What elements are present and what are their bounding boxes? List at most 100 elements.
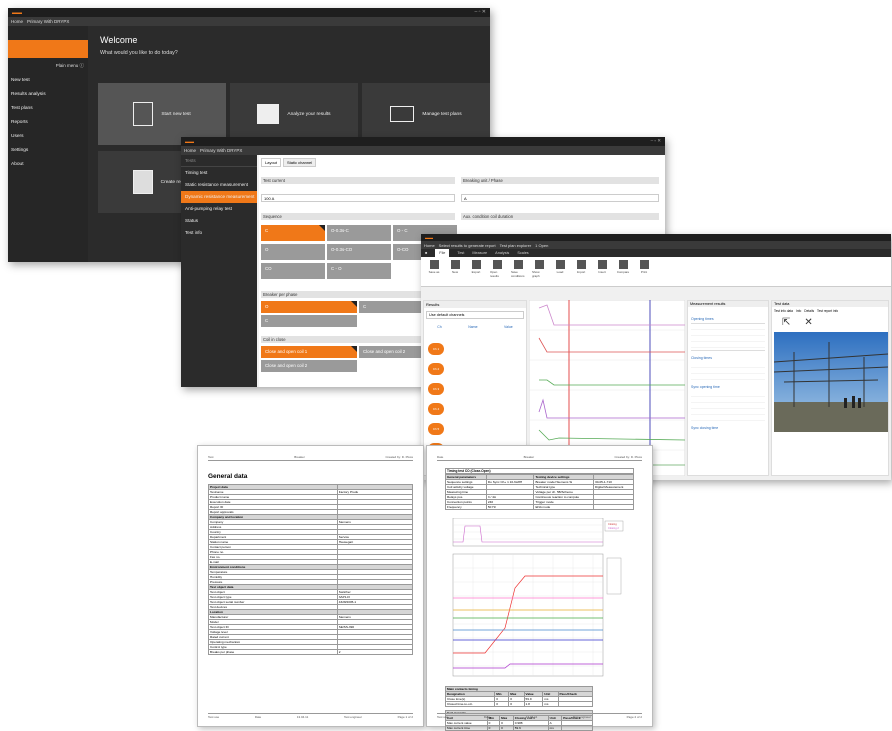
tab-test-info[interactable]: Test info data <box>774 309 793 313</box>
tab-report-info[interactable]: Test report info <box>817 309 838 313</box>
phase-cell[interactable]: C <box>261 315 357 327</box>
test-current-label: Test current <box>261 177 455 184</box>
channel-toggle[interactable]: Ch 5 <box>428 423 444 435</box>
group-closing[interactable]: Closing times <box>688 353 768 360</box>
close-icon[interactable]: ✕ <box>804 317 812 328</box>
tab-primary[interactable]: Primary With DRYPX <box>27 19 69 24</box>
export-button[interactable]: Export <box>469 260 483 283</box>
tab-test-plan-explorer[interactable]: Test plan explorer <box>500 243 532 248</box>
timing-summary: Timing test CO (Close-Open) General para… <box>445 468 635 510</box>
sidebar-item-static-resistance[interactable]: Static resistance measurement <box>181 179 257 191</box>
test-current-field[interactable]: 100 A <box>261 194 455 202</box>
sync-opening-values <box>691 391 765 421</box>
channel-toggle[interactable]: Ch 1 <box>428 343 444 355</box>
subtab-layout[interactable]: Layout <box>261 158 282 167</box>
sequence-cell[interactable]: C - O <box>327 263 391 279</box>
ribbon-tab-file[interactable]: File <box>435 249 450 257</box>
header-text: Breaker <box>523 455 535 459</box>
start-new-test-tile[interactable]: Start new test <box>98 83 226 145</box>
insert-button[interactable]: Insert <box>595 260 609 283</box>
print-button[interactable]: Print <box>637 260 651 283</box>
window-controls-icon[interactable]: – ▫ ✕ <box>651 138 661 144</box>
new-icon <box>450 260 460 269</box>
header-text: Test <box>208 455 214 459</box>
substation-photo <box>773 332 889 432</box>
home-icon[interactable]: ■ <box>425 251 427 255</box>
folder-icon <box>513 260 523 269</box>
import-button[interactable]: Import <box>574 260 588 283</box>
tab-home[interactable]: Home <box>184 148 196 153</box>
sidebar-item-test-plans[interactable]: Test plans <box>8 102 88 116</box>
sidebar-header: Tests <box>181 155 257 167</box>
ribbon-tab-analysis[interactable]: Analysis <box>495 251 509 255</box>
save-as-button[interactable]: Save as <box>427 260 441 283</box>
button-label: Save as <box>428 270 440 274</box>
tab-info[interactable]: Info <box>796 309 801 313</box>
compare-icon <box>618 260 628 269</box>
sidebar-item-anti-pumping[interactable]: Anti-pumping relay test <box>181 203 257 215</box>
sequence-cell[interactable]: O-0.3s-CO <box>327 244 391 260</box>
subtab-static[interactable]: Static channel <box>283 158 317 167</box>
tab-details[interactable]: Details <box>804 309 814 313</box>
export-icon <box>471 260 481 269</box>
sidebar-item-test-info[interactable]: Test info <box>181 227 257 239</box>
sequence-cell[interactable]: O-0.3s-C <box>327 225 391 241</box>
sequence-cell[interactable]: C <box>261 225 325 241</box>
new-button[interactable]: New <box>448 260 462 283</box>
phase-cell[interactable]: O <box>261 301 357 313</box>
breaking-field[interactable]: A <box>461 194 659 202</box>
plain-menu-toggle[interactable]: Plain menu ⓘ <box>8 58 88 74</box>
window-controls-icon[interactable]: – ▫ ✕ <box>474 9 486 15</box>
ribbon-tab-test[interactable]: Test <box>457 251 464 255</box>
tab-home[interactable]: Home <box>424 243 435 248</box>
results-filter[interactable]: Use default channels <box>426 311 524 319</box>
sidebar-item-new-test[interactable]: New test <box>8 74 88 88</box>
show-graph-button[interactable]: Show graph <box>532 260 546 283</box>
sidebar-item-reports[interactable]: Reports <box>8 116 88 130</box>
coil-cell[interactable]: Close and open coil 1 <box>261 346 357 358</box>
analyze-results-tile[interactable]: Analyze your results <box>230 83 358 145</box>
sidebar-item-settings[interactable]: Settings <box>8 144 88 158</box>
ribbon-tab-scales[interactable]: Scales <box>517 251 528 255</box>
report-icon <box>132 170 153 194</box>
open-results-button[interactable]: Open results <box>490 260 504 283</box>
group-sync-closing[interactable]: Sync closing time <box>688 423 768 430</box>
sidebar: Plain menu ⓘ New test Results analysis T… <box>8 26 88 262</box>
table-row: Max current time 0 0 59.6 ms <box>445 725 593 731</box>
sidebar-item-results[interactable]: Results analysis <box>8 88 88 102</box>
sidebar-item-status[interactable]: Status <box>181 215 257 227</box>
tab-home[interactable]: Home <box>11 19 23 24</box>
channel-toggle[interactable]: Ch 2 <box>428 363 444 375</box>
footer-text: Date <box>483 715 491 719</box>
sidebar-item-users[interactable]: Users <box>8 130 88 144</box>
sequence-cell[interactable]: CO <box>261 263 325 279</box>
group-sync-opening[interactable]: Sync opening time <box>688 382 768 389</box>
load-button[interactable]: Load <box>553 260 567 283</box>
tab-select-results[interactable]: Select results to generate report <box>439 243 496 248</box>
page-header: Test Breaker Created by: D. Pluss <box>208 455 413 461</box>
tab-primary[interactable]: Primary With DRYPX <box>200 148 242 153</box>
table-cell: Breaks per phase <box>208 649 338 655</box>
compare-button[interactable]: Compare <box>616 260 630 283</box>
button-label: Compare <box>616 270 630 274</box>
table-cell <box>557 701 594 707</box>
sidebar-item-about[interactable]: About <box>8 158 88 172</box>
channel-toggle[interactable]: Ch 4 <box>428 403 444 415</box>
import-icon <box>576 260 586 269</box>
ribbon-tab-measure[interactable]: Measure <box>472 251 487 255</box>
group-opening[interactable]: Opening times <box>688 307 768 321</box>
button-label: Export <box>471 270 481 274</box>
sequence-cell[interactable]: O <box>261 244 325 260</box>
coil-cell[interactable]: Close and open coil 2 <box>261 360 357 372</box>
tab-open[interactable]: 1 Open <box>535 243 548 248</box>
save-conditions-button[interactable]: Save conditions <box>511 260 525 283</box>
sidebar-item-dynamic-resistance[interactable]: Dynamic resistance measurement <box>181 191 257 203</box>
folder-icon <box>492 260 502 269</box>
sidebar-item-timing[interactable]: Timing test <box>181 167 257 179</box>
manage-test-plans-tile[interactable]: Manage test plans <box>362 83 490 145</box>
channel-toggle[interactable]: Ch 3 <box>428 383 444 395</box>
print-icon <box>639 260 649 269</box>
export-image-icon[interactable]: ⇱ <box>782 317 790 328</box>
title-bar: ▬▬ <box>421 234 891 241</box>
sequence-label: Sequence <box>261 213 455 220</box>
